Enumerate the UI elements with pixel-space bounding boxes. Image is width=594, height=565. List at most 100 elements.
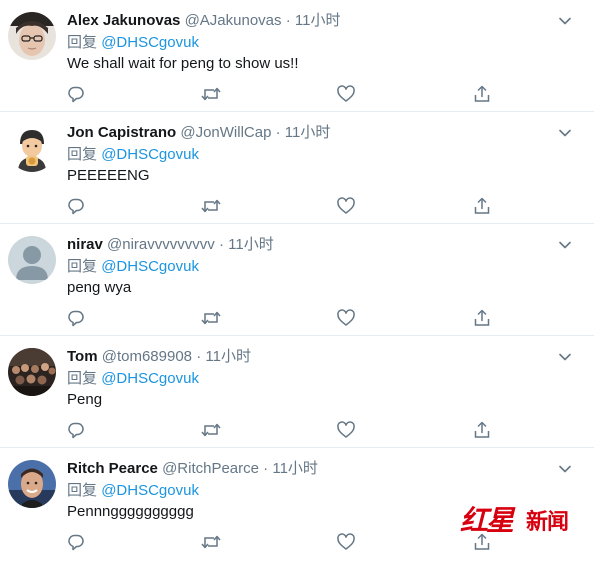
mention-link[interactable]: @DHSCgovuk [101, 258, 199, 275]
display-name[interactable]: Jon Capistrano [67, 124, 176, 141]
timestamp[interactable]: 11小时 [285, 124, 331, 141]
user-handle[interactable]: @tom689908 [102, 348, 192, 365]
user-handle[interactable]: @AJakunovas [185, 12, 282, 29]
chevron-down-icon[interactable] [558, 350, 572, 364]
tweet-header: Tom @tom689908 · 11小时 [67, 347, 251, 367]
tweet-actions [0, 307, 594, 329]
retweet-icon [201, 423, 221, 437]
reply-prefix: 回复 [67, 482, 98, 499]
tweet-text: Peng [67, 391, 103, 408]
share-icon [474, 309, 490, 326]
reply-prefix: 回复 [67, 370, 98, 387]
user-handle[interactable]: @niravvvvvvvvv [107, 236, 215, 253]
heart-icon [337, 197, 355, 214]
share-button[interactable] [471, 83, 493, 105]
heart-icon [337, 533, 355, 550]
separator-dot: · [275, 124, 281, 141]
tweet-text: PEEEEENG [67, 167, 150, 184]
reply-prefix: 回复 [67, 258, 98, 275]
tweet-actions [0, 419, 594, 441]
separator-dot: · [263, 460, 269, 477]
display-name[interactable]: Ritch Pearce [67, 460, 158, 477]
reply-icon [68, 310, 84, 327]
retweet-icon [201, 535, 221, 549]
heart-icon [337, 85, 355, 102]
mention-link[interactable]: @DHSCgovuk [101, 34, 199, 51]
like-button[interactable] [335, 83, 357, 105]
like-button[interactable] [335, 419, 357, 441]
tweet-header: Alex Jakunovas @AJakunovas · 11小时 [67, 11, 340, 31]
retweet-button[interactable] [200, 83, 222, 105]
tweet-header: Jon Capistrano @JonWillCap · 11小时 [67, 123, 330, 143]
reply-icon [68, 534, 84, 551]
replying-to: 回复 @DHSCgovuk [67, 369, 199, 389]
replying-to: 回复 @DHSCgovuk [67, 33, 199, 53]
timestamp[interactable]: 11小时 [205, 348, 251, 365]
retweet-button[interactable] [200, 307, 222, 329]
tweet-item[interactable]: Jon Capistrano @JonWillCap · 11小时 回复 @DH… [0, 112, 594, 224]
avatar[interactable] [8, 236, 56, 284]
tweet-item[interactable]: Tom @tom689908 · 11小时 回复 @DHSCgovuk Peng [0, 336, 594, 448]
replying-to: 回复 @DHSCgovuk [67, 145, 199, 165]
retweet-icon [201, 87, 221, 101]
display-name[interactable]: nirav [67, 236, 103, 253]
chevron-down-icon[interactable] [558, 238, 572, 252]
timestamp[interactable]: 11小时 [228, 236, 274, 253]
share-button[interactable] [471, 419, 493, 441]
user-handle[interactable]: @JonWillCap [180, 124, 271, 141]
reply-icon [68, 422, 84, 439]
replying-to: 回复 @DHSCgovuk [67, 257, 199, 277]
share-icon [474, 421, 490, 438]
retweet-icon [201, 199, 221, 213]
retweet-button[interactable] [200, 195, 222, 217]
retweet-icon [201, 311, 221, 325]
mention-link[interactable]: @DHSCgovuk [101, 370, 199, 387]
retweet-button[interactable] [200, 419, 222, 441]
avatar[interactable] [8, 12, 56, 60]
chevron-down-icon[interactable] [558, 14, 572, 28]
avatar[interactable] [8, 460, 56, 508]
share-icon [474, 197, 490, 214]
tweet-text: peng wya [67, 279, 132, 296]
timestamp[interactable]: 11小时 [295, 12, 341, 29]
avatar[interactable] [8, 124, 56, 172]
avatar[interactable] [8, 348, 56, 396]
reply-icon [68, 86, 84, 103]
reply-icon [68, 198, 84, 215]
mention-link[interactable]: @DHSCgovuk [101, 146, 199, 163]
chevron-down-icon[interactable] [558, 126, 572, 140]
reply-button[interactable] [65, 83, 87, 105]
tweet-header: Ritch Pearce @RitchPearce · 11小时 [67, 459, 318, 479]
like-button[interactable] [335, 195, 357, 217]
user-handle[interactable]: @RitchPearce [162, 460, 259, 477]
tweet-text: Pennngggggggggg [67, 503, 194, 520]
share-icon [474, 85, 490, 102]
tweet-header: nirav @niravvvvvvvvv · 11小时 [67, 235, 274, 255]
display-name[interactable]: Tom [67, 348, 98, 365]
heart-icon [337, 421, 355, 438]
reply-button[interactable] [65, 531, 87, 553]
display-name[interactable]: Alex Jakunovas [67, 12, 180, 29]
replying-to: 回复 @DHSCgovuk [67, 481, 199, 501]
watermark-suffix: 新闻 [526, 510, 569, 535]
separator-dot: · [285, 12, 291, 29]
news-watermark-logo: 红星 新闻 [458, 500, 588, 544]
share-button[interactable] [471, 307, 493, 329]
share-button[interactable] [471, 195, 493, 217]
tweet-text: We shall wait for peng to show us!! [67, 55, 299, 72]
reply-button[interactable] [65, 195, 87, 217]
mention-link[interactable]: @DHSCgovuk [101, 482, 199, 499]
reply-prefix: 回复 [67, 146, 98, 163]
chevron-down-icon[interactable] [558, 462, 572, 476]
like-button[interactable] [335, 307, 357, 329]
reply-button[interactable] [65, 419, 87, 441]
timestamp[interactable]: 11小时 [272, 460, 318, 477]
retweet-button[interactable] [200, 531, 222, 553]
reply-feed: Alex Jakunovas @AJakunovas · 11小时 回复 @DH… [0, 0, 594, 565]
tweet-item[interactable]: Alex Jakunovas @AJakunovas · 11小时 回复 @DH… [0, 0, 594, 112]
tweet-item[interactable]: nirav @niravvvvvvvvv · 11小时 回复 @DHSCgovu… [0, 224, 594, 336]
heart-icon [337, 309, 355, 326]
like-button[interactable] [335, 531, 357, 553]
reply-button[interactable] [65, 307, 87, 329]
reply-prefix: 回复 [67, 34, 98, 51]
